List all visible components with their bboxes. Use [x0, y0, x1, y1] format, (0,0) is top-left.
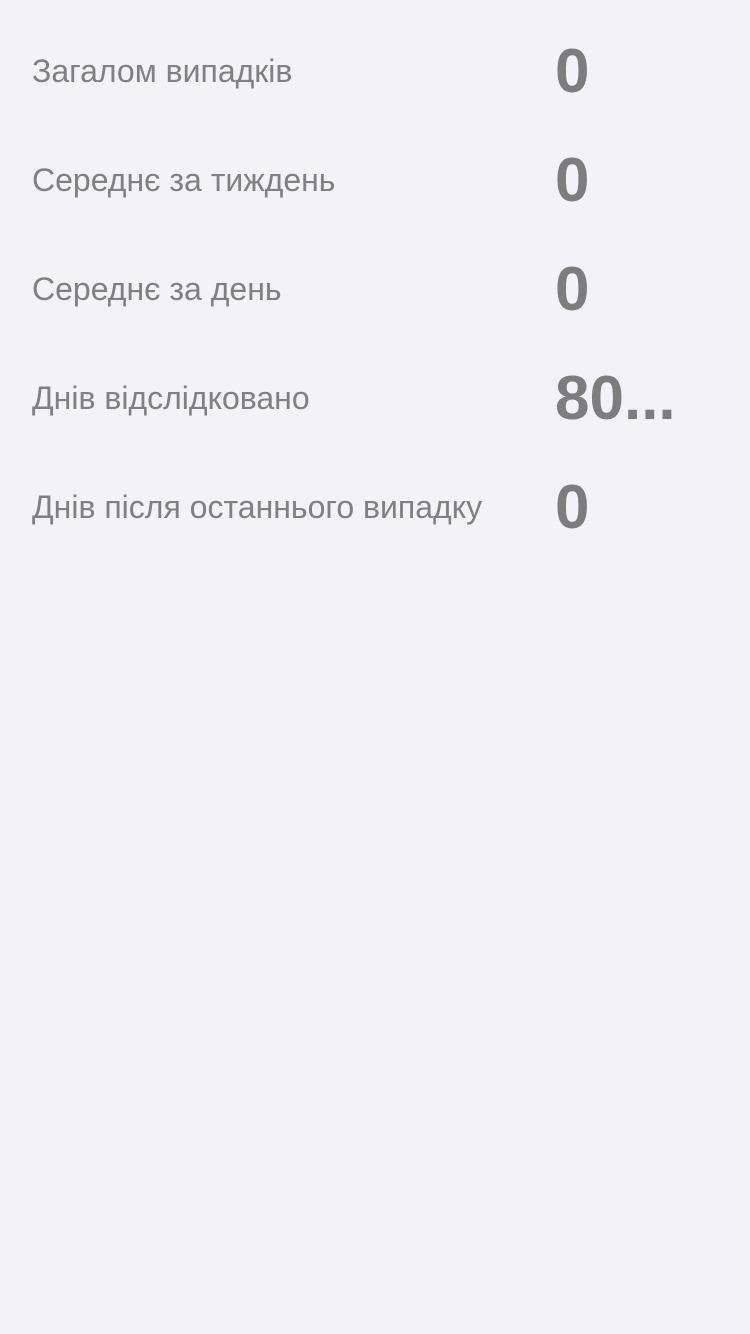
stat-row-daily-average: Середнє за день 0 — [0, 235, 750, 344]
stat-label: Середнє за день — [32, 271, 282, 307]
stat-row-days-tracked: Днів відслідковано 80... — [0, 344, 750, 453]
stat-label: Загалом випадків — [32, 53, 293, 89]
stat-label: Днів відслідковано — [32, 380, 310, 416]
stat-value: 80... — [555, 364, 676, 433]
statistics-list: Загалом випадків 0 Середнє за тиждень 0 … — [0, 17, 750, 562]
stat-row-weekly-average: Середнє за тиждень 0 — [0, 126, 750, 235]
stat-value: 0 — [555, 37, 590, 106]
stat-row-days-since-last-case: Днів після останнього випадку 0 — [0, 453, 750, 562]
stat-label: Днів після останнього випадку — [32, 489, 483, 525]
stat-value: 0 — [555, 255, 590, 324]
stat-value: 0 — [555, 473, 590, 542]
stat-label: Середнє за тиждень — [32, 162, 336, 198]
stat-value: 0 — [555, 146, 590, 215]
stat-row-total-cases: Загалом випадків 0 — [0, 17, 750, 126]
